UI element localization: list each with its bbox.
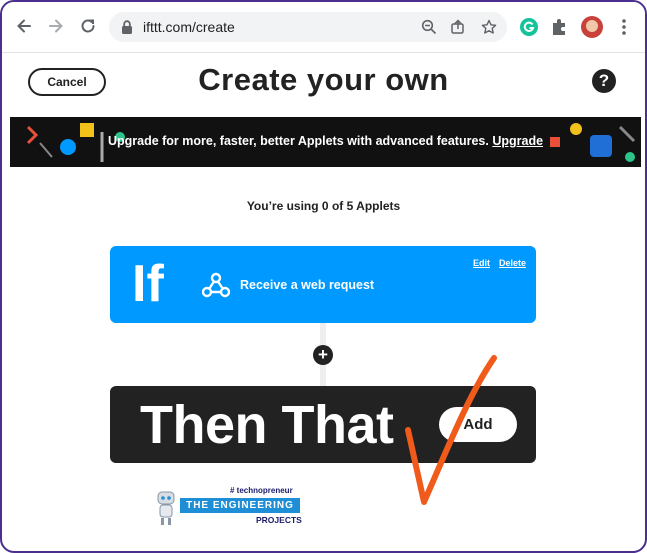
grammarly-icon[interactable]: [519, 17, 539, 37]
watermark-sub: PROJECTS: [256, 515, 302, 525]
profile-avatar[interactable]: [581, 16, 603, 38]
if-keyword: If: [132, 255, 164, 313]
watermark-logo: # technopreneur THE ENGINEERING PROJECTS: [154, 486, 304, 528]
address-bar[interactable]: ifttt.com/create: [109, 12, 507, 42]
watermark-name: THE ENGINEERING: [180, 498, 300, 513]
forward-button[interactable]: [44, 14, 68, 38]
then-keyword: Then That: [140, 395, 394, 455]
window-frame: ifttt.com/create Create your own Cancel …: [0, 0, 647, 553]
upgrade-banner: Upgrade for more, faster, better Applets…: [10, 117, 641, 167]
edit-link[interactable]: Edit: [473, 258, 490, 268]
back-button[interactable]: [12, 14, 36, 38]
back-arrow-icon: [17, 19, 31, 33]
bookmark-star-icon[interactable]: [481, 19, 497, 35]
checkmark-annotation-icon: [405, 355, 497, 505]
reload-icon: [81, 19, 95, 33]
applet-usage-text: You’re using 0 of 5 Applets: [246, 199, 401, 213]
banner-text-row: Upgrade for more, faster, better Applets…: [10, 134, 641, 148]
share-icon[interactable]: [450, 19, 466, 35]
add-step-plus-button[interactable]: +: [313, 345, 333, 365]
robot-mascot-icon: [157, 491, 175, 525]
webhooks-icon: [202, 272, 230, 298]
help-icon[interactable]: ?: [592, 69, 616, 93]
cancel-button[interactable]: Cancel: [28, 68, 106, 96]
upgrade-link[interactable]: Upgrade: [492, 134, 543, 148]
delete-link[interactable]: Delete: [499, 258, 526, 268]
lock-icon: [122, 20, 132, 34]
if-trigger-card[interactable]: If Receive a web request Edit Delete: [110, 246, 536, 323]
forward-arrow-icon: [49, 19, 63, 33]
avatar-face: [586, 20, 598, 32]
extensions-puzzle-icon[interactable]: [550, 17, 570, 37]
trigger-label: Receive a web request: [240, 278, 375, 292]
banner-message: Upgrade for more, faster, better Applets…: [107, 134, 489, 148]
zoom-out-icon[interactable]: [421, 19, 437, 35]
browser-toolbar: ifttt.com/create: [2, 2, 645, 53]
menu-kebab-icon[interactable]: [614, 17, 634, 37]
reload-button[interactable]: [76, 14, 100, 38]
url-text: ifttt.com/create: [143, 19, 235, 35]
watermark-tag: # technopreneur: [230, 486, 293, 495]
